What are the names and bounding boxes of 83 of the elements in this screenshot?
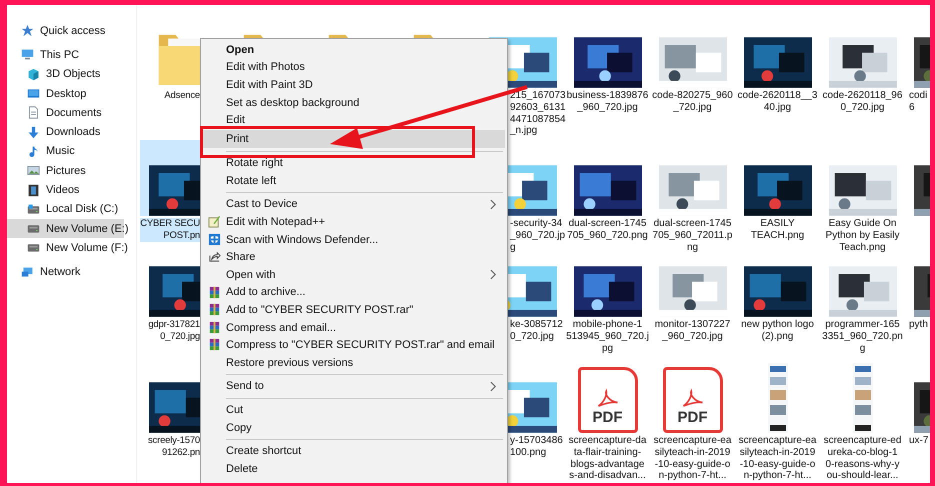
- pdf-file-icon[interactable]: PDF: [662, 367, 722, 433]
- file-name: y-15703486 100.png: [510, 435, 563, 459]
- menu-item[interactable]: Cast to Device: [203, 196, 505, 214]
- file-type-label: PDF: [678, 410, 708, 426]
- archive-icon: [208, 338, 221, 352]
- file-type-label: PDF: [592, 410, 622, 426]
- menu-item[interactable]: Rotate right: [203, 154, 505, 172]
- menu-item[interactable]: Open: [203, 41, 505, 59]
- music-icon: [27, 144, 40, 158]
- archive-icon: [208, 303, 221, 316]
- file-name: gdpr-317821 0_720.jpg: [148, 319, 200, 343]
- file-name: code-820275_960 _720.jpg: [652, 90, 733, 114]
- menu-item[interactable]: Edit with Paint 3D: [203, 76, 505, 94]
- file-name: -security-34 _960_720.jp g: [510, 218, 566, 254]
- pdf-file-icon[interactable]: PDF: [578, 367, 638, 433]
- file-name: EASILY TEACH.png: [750, 218, 804, 242]
- file-name: dual-screen-1745 705_960_720.png: [567, 218, 648, 242]
- nav-item[interactable]: 3D Objects: [7, 64, 124, 84]
- pictures-icon: [27, 164, 40, 178]
- menu-item[interactable]: Scan with Windows Defender...: [203, 230, 505, 248]
- menu-item[interactable]: Edit with Photos: [203, 58, 505, 76]
- nav-item[interactable]: Desktop: [7, 84, 124, 104]
- file-name: Adsence: [164, 90, 200, 102]
- menu-item[interactable]: Delete: [203, 460, 505, 478]
- menu-item[interactable]: Compress to "CYBER SECURITY POST.rar" and email: [203, 336, 505, 354]
- archive-icon: [208, 320, 221, 334]
- menu-item[interactable]: Cut: [203, 401, 505, 419]
- file-name: screencapture-da ta-flair-training- blogs-advantage s-and-disadvan...: [568, 435, 646, 482]
- nav-item[interactable]: This PC: [7, 45, 124, 65]
- nav-item[interactable]: Pictures: [7, 161, 124, 180]
- file-name: screencapture-ea silyteach-in-2019 -10-easy-guide-o n-python-7-ht...: [654, 435, 732, 482]
- desktop-icon: [27, 87, 40, 100]
- file-name: monitor-1307227 _960_720.jpg: [654, 319, 730, 343]
- file-name: screencapture-ea silyteach-in-2019 -10-easy-guide-o n-python-7-ht...: [738, 435, 816, 482]
- menu-item[interactable]: Set as desktop background: [203, 94, 505, 112]
- menu-item[interactable]: Create shortcut: [203, 442, 505, 460]
- menu-item[interactable]: Compress and email...: [203, 318, 505, 336]
- document-icon: [27, 106, 40, 120]
- file-name: ke-3085712 0_720.jpg: [510, 319, 563, 343]
- nav-item[interactable]: Documents: [7, 103, 124, 122]
- star-icon: [21, 24, 34, 38]
- menu-item[interactable]: Copy: [203, 418, 505, 436]
- menu-item[interactable]: Print: [203, 130, 505, 148]
- notepad-icon: [208, 215, 221, 228]
- nav-item[interactable]: Network: [7, 262, 124, 282]
- file-name: pyth: [909, 319, 928, 331]
- file-name: CYBER SECU POST.pn: [140, 218, 200, 242]
- file-name: mobile-phone-1 513945_960_720.j pg: [566, 319, 649, 354]
- file-name: screencapture-ed ureka-co-blog-1 0-reasons-why-y ou-should-lear...: [824, 435, 902, 482]
- nav-item[interactable]: Music: [7, 142, 124, 162]
- menu-item[interactable]: Open with: [203, 266, 505, 284]
- cube-icon: [27, 68, 40, 81]
- shield-icon: [208, 232, 221, 246]
- monitor-icon: [21, 48, 34, 62]
- file-name: codi 6: [909, 90, 928, 114]
- menu-item[interactable]: Edit with Notepad++: [203, 213, 505, 231]
- nav-item[interactable]: Quick access: [7, 21, 124, 40]
- menu-item[interactable]: Add to "CYBER SECURITY POST.rar": [203, 301, 505, 319]
- film-icon: [27, 184, 40, 197]
- nav-item[interactable]: Videos: [7, 180, 124, 200]
- file-name: programmer-165 3351_960_720.pn g: [822, 319, 903, 354]
- nav-item[interactable]: Downloads: [7, 122, 124, 142]
- file-name: 215_167073 92603_6131 4471087854 _n.jpg: [510, 90, 566, 138]
- drive-icon: [27, 202, 40, 216]
- archive-icon: [208, 286, 221, 299]
- file-name: dual-screen-1745 705_960_72011.p ng: [652, 218, 732, 254]
- file-name: Easy Guide On Python by Easily Teach.png: [826, 218, 900, 254]
- menu-item[interactable]: Add to archive...: [203, 284, 505, 302]
- menu-item[interactable]: Rotate left: [203, 172, 505, 190]
- nav-item[interactable]: Local Disk (C:): [7, 200, 124, 219]
- menu-item[interactable]: Edit: [203, 111, 505, 129]
- file-name: business-1839876 _960_720.jpg: [566, 90, 648, 114]
- share-icon: [208, 250, 221, 264]
- menu-item[interactable]: Share: [203, 248, 505, 266]
- download-icon: [27, 126, 40, 139]
- file-name: ux-7: [909, 435, 928, 447]
- file-name: screely-1570 91262.pn: [148, 435, 200, 459]
- menu-item[interactable]: Restore previous versions: [203, 354, 505, 372]
- file-name: code-2620118_96 0_720.jpg: [822, 90, 902, 114]
- menu-item[interactable]: Send to: [203, 378, 505, 396]
- file-name: new python logo (2).png: [741, 319, 814, 343]
- network-icon: [21, 266, 34, 279]
- file-name: code-2620118__3 40.jpg: [738, 90, 818, 114]
